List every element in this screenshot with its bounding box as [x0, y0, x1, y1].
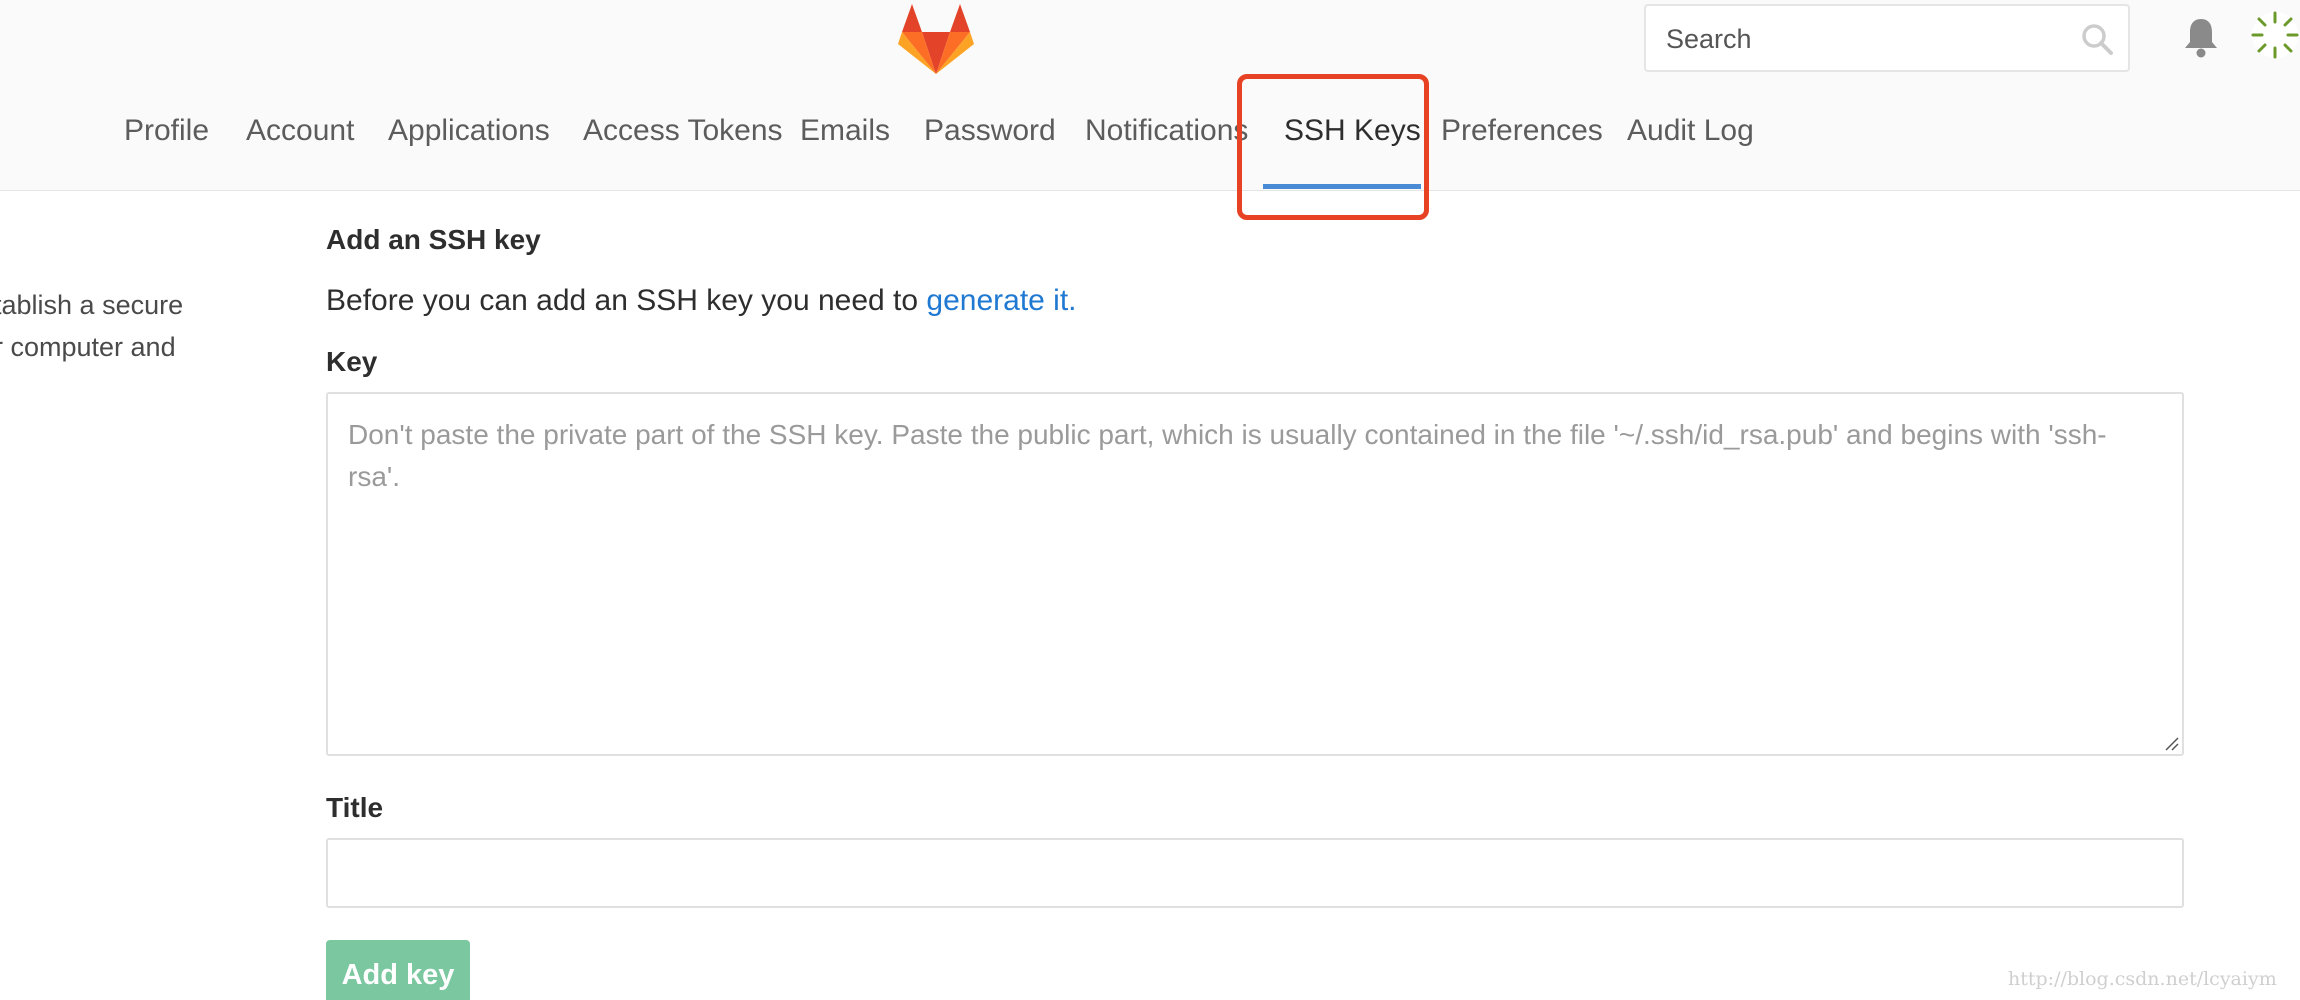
title-label: Title [326, 792, 384, 823]
tab-account[interactable]: Account [246, 114, 354, 148]
search-input[interactable]: Search [1666, 24, 1752, 55]
tab-profile[interactable]: Profile [124, 114, 209, 148]
sidebar-description-line: r computer and [0, 332, 176, 362]
intro-text: Before you can add an SSH key you need t… [326, 284, 1077, 318]
tab-emails[interactable]: Emails [800, 114, 890, 148]
top-header: Search Profile Account Applications Acce… [0, 0, 2300, 191]
tab-password[interactable]: Password [924, 114, 1056, 148]
sidebar-description-line: tablish a secure [0, 290, 184, 320]
resize-handle-icon[interactable] [2162, 734, 2180, 752]
watermark: http://blog.csdn.net/lcyaiym [2008, 968, 2277, 990]
tab-audit-log[interactable]: Audit Log [1627, 114, 1754, 148]
bell-icon[interactable] [2182, 16, 2220, 58]
add-key-button[interactable]: Add key [326, 940, 470, 1000]
generate-it-link[interactable]: generate it. [926, 284, 1076, 317]
annotation-highlight-box [1237, 74, 1429, 220]
title-input[interactable] [326, 838, 2184, 908]
tab-access-tokens[interactable]: Access Tokens [583, 114, 783, 148]
tab-preferences[interactable]: Preferences [1441, 114, 1603, 148]
tab-applications[interactable]: Applications [388, 114, 550, 148]
section-title: Add an SSH key [326, 224, 541, 255]
gitlab-logo[interactable] [898, 4, 974, 74]
key-textarea[interactable]: Don't paste the private part of the SSH … [326, 392, 2184, 756]
tab-notifications[interactable]: Notifications [1085, 114, 1248, 148]
key-placeholder: Don't paste the private part of the SSH … [348, 419, 2107, 492]
page: Search Profile Account Applications Acce… [0, 0, 2300, 1000]
intro-text-body: Before you can add an SSH key you need t… [326, 284, 927, 317]
key-label: Key [326, 346, 378, 377]
avatar[interactable] [2250, 10, 2300, 60]
search-icon[interactable] [2080, 22, 2114, 56]
search-box[interactable]: Search [1644, 4, 2130, 72]
